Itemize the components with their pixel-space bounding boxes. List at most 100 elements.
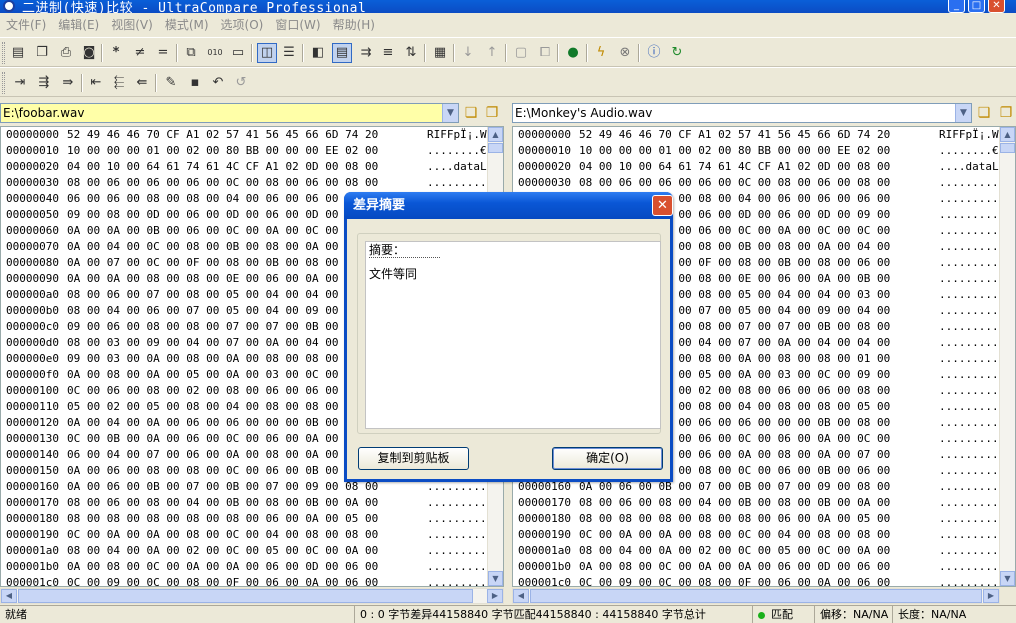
equal-icon[interactable]: = — [153, 43, 173, 63]
toolbar-grip[interactable] — [2, 42, 5, 64]
arrow-down-icon[interactable]: ↓ — [458, 43, 478, 63]
hex-address: 00000110 — [6, 400, 59, 413]
right-vertical-scrollbar[interactable]: ▲ ▼ — [999, 127, 1015, 586]
summary-textarea[interactable]: 摘要： 文件等同 — [365, 241, 661, 429]
hex-address: 00000010 — [518, 144, 571, 157]
save-icon[interactable]: ▪ — [185, 73, 205, 93]
binary-icon[interactable]: 010 — [205, 43, 225, 63]
not-equal-icon[interactable]: ≠ — [130, 43, 150, 63]
globe-icon[interactable]: ● — [563, 43, 583, 63]
list-icon[interactable]: ▤ — [332, 43, 352, 63]
scroll-right-icon[interactable]: ▶ — [983, 589, 999, 603]
hex-bytes: 09 00 03 00 0A 00 08 00 0A 00 08 00 08 0… — [67, 352, 379, 365]
browse-folder-icon[interactable]: ❏ — [461, 102, 481, 124]
scroll-left-icon[interactable]: ◀ — [1, 589, 17, 603]
refresh-icon[interactable]: ↻ — [667, 43, 687, 63]
open-folder-icon[interactable]: ❐ — [32, 43, 52, 63]
open-folder-icon[interactable]: ❐ — [996, 102, 1016, 124]
scroll-up-icon[interactable]: ▲ — [488, 127, 503, 142]
chevron-down-icon[interactable]: ▼ — [442, 104, 458, 122]
menu-edit[interactable]: 编辑(E) — [52, 13, 105, 37]
scroll-up-icon[interactable]: ▲ — [1000, 127, 1015, 142]
lines-icon[interactable]: ≡ — [378, 43, 398, 63]
arrow-up-icon[interactable]: ↑ — [482, 43, 502, 63]
scroll-thumb[interactable] — [18, 589, 473, 603]
asterisk-icon[interactable]: * — [106, 43, 126, 63]
save-icon[interactable]: ▤ — [8, 43, 28, 63]
chevron-down-icon[interactable]: ▼ — [955, 104, 971, 122]
scroll-thumb[interactable] — [1000, 143, 1015, 153]
menu-file[interactable]: 文件(F) — [0, 13, 52, 37]
undo-icon[interactable]: ↺ — [231, 73, 251, 93]
undo-alt-icon[interactable]: ↶ — [208, 73, 228, 93]
copy-icon[interactable]: ⧉ — [181, 43, 201, 63]
hex-bytes: 06 00 06 00 08 00 08 00 04 00 06 00 06 0… — [67, 192, 379, 205]
merge-icon[interactable]: ◧ — [308, 43, 328, 63]
hex-bytes: 0A 00 0A 00 08 00 08 00 0E 00 06 00 0A 0… — [67, 272, 379, 285]
close-button[interactable]: ✕ — [988, 0, 1005, 13]
grid-icon[interactable]: ▦ — [430, 43, 450, 63]
hex-address: 000001a0 — [6, 544, 59, 557]
toolbar-separator — [453, 44, 455, 62]
split-horizontal-icon[interactable]: ☰ — [279, 43, 299, 63]
merge-right-icon[interactable]: ⇥ — [10, 73, 30, 93]
scroll-thumb[interactable] — [530, 589, 982, 603]
merge-left-block-icon[interactable]: ⇚ — [132, 73, 152, 93]
scroll-thumb[interactable] — [488, 143, 503, 153]
windows-icon[interactable]: ⧠ — [535, 43, 555, 63]
window-title: 二进制(快速)比较 - UltraCompare Professional — [22, 1, 367, 13]
window-icon[interactable]: ▢ — [511, 43, 531, 63]
toolbar-grip[interactable] — [2, 72, 5, 94]
folder-icon[interactable]: ▭ — [228, 43, 248, 63]
merge-left-all-icon[interactable]: ⬱ — [109, 73, 129, 93]
scroll-down-icon[interactable]: ▼ — [1000, 571, 1015, 586]
scroll-down-icon[interactable]: ▼ — [488, 571, 503, 586]
hex-address: 00000190 — [518, 528, 571, 541]
ok-button[interactable]: 确定(O) — [552, 447, 663, 470]
info-icon[interactable]: ⓘ — [644, 43, 664, 63]
merge-right-block-icon[interactable]: ⇛ — [58, 73, 78, 93]
right-path-combo[interactable]: E:\Monkey's Audio.wav ▼ — [512, 103, 972, 123]
hex-address: 00000040 — [6, 192, 59, 205]
hex-address: 000000b0 — [6, 304, 59, 317]
merge-right-all-icon[interactable]: ⇶ — [34, 73, 54, 93]
hex-address: 00000000 — [6, 128, 59, 141]
hex-address: 00000170 — [6, 496, 59, 509]
hex-bytes: 08 00 08 00 08 00 08 00 08 00 06 00 0A 0… — [579, 512, 891, 525]
merge-toolbar: ⇥ ⇶ ⇛ ⇤ ⬱ ⇚ ✎ ▪ ↶ ↺ — [0, 67, 1016, 97]
hex-bytes: 0C 00 09 00 0C 00 08 00 0F 00 06 00 0A 0… — [579, 576, 891, 587]
maximize-button[interactable]: □ — [968, 0, 985, 13]
hex-address: 000001b0 — [518, 560, 571, 573]
scroll-left-icon[interactable]: ◀ — [513, 589, 529, 603]
hex-bytes: 0A 00 04 00 0C 00 08 00 0B 00 08 00 0A 0… — [67, 240, 379, 253]
print-preview-icon[interactable]: ◙ — [79, 43, 99, 63]
browse-folder-icon[interactable]: ❏ — [974, 102, 994, 124]
menu-options[interactable]: 选项(O) — [215, 13, 270, 37]
merge-left-icon[interactable]: ⇤ — [86, 73, 106, 93]
dialog-close-icon[interactable]: ✕ — [652, 195, 673, 216]
menu-window[interactable]: 窗口(W) — [269, 13, 326, 37]
hex-address: 000000d0 — [6, 336, 59, 349]
hex-address: 00000060 — [6, 224, 59, 237]
swap-icon[interactable]: ⇅ — [401, 43, 421, 63]
scroll-right-icon[interactable]: ▶ — [487, 589, 503, 603]
print-icon[interactable]: ⎙ — [56, 43, 76, 63]
left-horizontal-scrollbar[interactable]: ◀ ▶ — [0, 588, 504, 604]
menu-mode[interactable]: 模式(M) — [159, 13, 215, 37]
hex-bytes: 08 00 04 00 0A 00 02 00 0C 00 05 00 0C 0… — [579, 544, 891, 557]
stop-icon[interactable]: ⊗ — [615, 43, 635, 63]
right-horizontal-scrollbar[interactable]: ◀ ▶ — [512, 588, 1000, 604]
status-ready: 就绪 — [5, 608, 27, 621]
left-path-combo[interactable]: E:\foobar.wav ▼ — [0, 103, 459, 123]
lightning-icon[interactable]: ϟ — [591, 43, 611, 63]
open-folder-icon[interactable]: ❐ — [482, 102, 502, 124]
minimize-button[interactable]: _ — [948, 0, 965, 13]
edit-icon[interactable]: ✎ — [161, 73, 181, 93]
menu-help[interactable]: 帮助(H) — [327, 13, 381, 37]
export-icon[interactable]: ⇉ — [356, 43, 376, 63]
copy-to-clipboard-button[interactable]: 复制到剪贴板 — [358, 447, 469, 470]
hex-bytes: 09 00 06 00 08 00 08 00 07 00 07 00 0B 0… — [67, 320, 379, 333]
split-vertical-icon[interactable]: ◫ — [257, 43, 277, 63]
menu-view[interactable]: 视图(V) — [105, 13, 159, 37]
toolbar-separator — [586, 44, 588, 62]
